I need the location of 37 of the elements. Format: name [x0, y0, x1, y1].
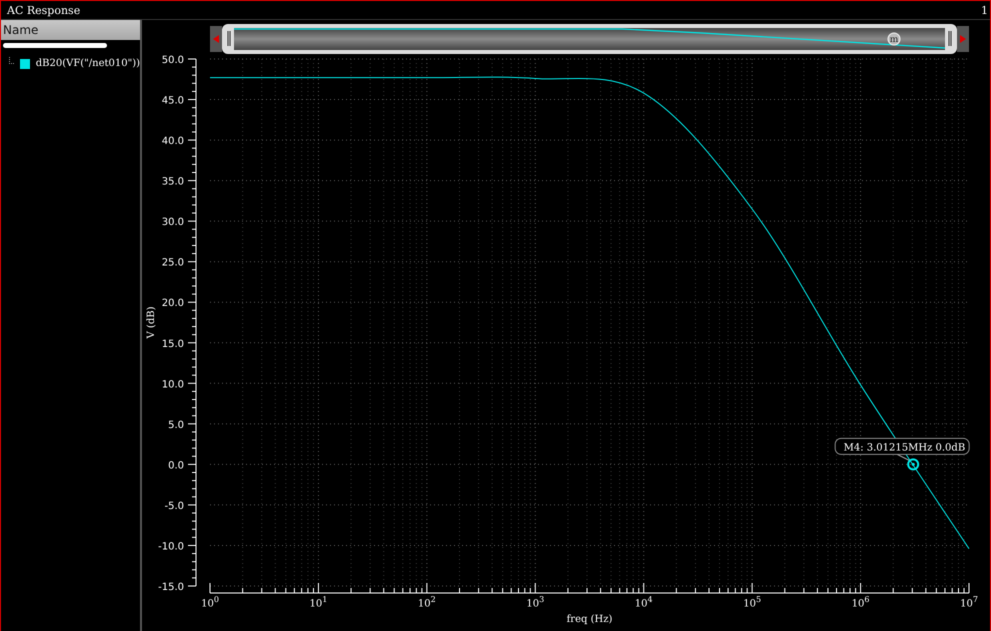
axis-tick-label: 20.0	[162, 298, 184, 310]
overview-scrollbar[interactable]	[222, 24, 957, 54]
tree-connector	[9, 57, 14, 64]
axis-tick-label: 0.0	[168, 460, 184, 472]
column-header: Name	[1, 20, 140, 40]
marker-label: M4: 3.01215MHz 0.0dB	[834, 438, 970, 455]
axis-tick-label: 10$^{5}$	[743, 595, 762, 610]
axis-tick-label: 40.0	[162, 136, 184, 148]
axis-tick-label: 10$^{2}$	[418, 595, 436, 610]
window-index: 1	[981, 4, 988, 16]
annotation: M4: 3.01215MHz 0.0dB	[844, 442, 966, 454]
left-scroll-button[interactable]	[210, 26, 222, 52]
axis-tick-label: 10$^{0}$	[201, 595, 219, 610]
axis-tick-label: 10.0	[162, 379, 184, 390]
axis-tick-label: 15.0	[162, 338, 184, 350]
axis-tick-label: 10$^{1}$	[310, 595, 328, 610]
marker-point[interactable]	[907, 458, 920, 470]
axis-tick-label: 10$^{3}$	[526, 595, 544, 610]
axis-title: V (dB)	[146, 306, 157, 338]
axis-tick-label: 25.0	[162, 258, 184, 269]
axis-tick-label: 30.0	[162, 217, 184, 228]
axis-tick-label: 35.0	[162, 176, 184, 188]
axis-tick-label: 50.0	[162, 55, 184, 66]
axis-tick-label: 10$^{7}$	[960, 595, 978, 610]
axis-tick-label: 10$^{6}$	[852, 595, 870, 610]
axis-tick-label: -10.0	[158, 541, 184, 552]
axis-tick-label: 10$^{4}$	[634, 595, 653, 610]
window-title: AC Response	[7, 4, 80, 16]
axis-tick-label: 5.0	[168, 420, 184, 431]
axis-tick-label: -15.0	[158, 582, 184, 593]
axis-tick-label: -5.0	[164, 500, 184, 512]
axis-tick-label: 45.0	[162, 96, 184, 107]
right-scroll-button[interactable]	[957, 26, 969, 52]
leader-line	[896, 454, 910, 461]
scrollbar[interactable]	[3, 43, 107, 48]
legend-label[interactable]: dB20(VF("/net010"))	[36, 58, 140, 69]
axis-title: freq (Hz)	[566, 614, 612, 625]
